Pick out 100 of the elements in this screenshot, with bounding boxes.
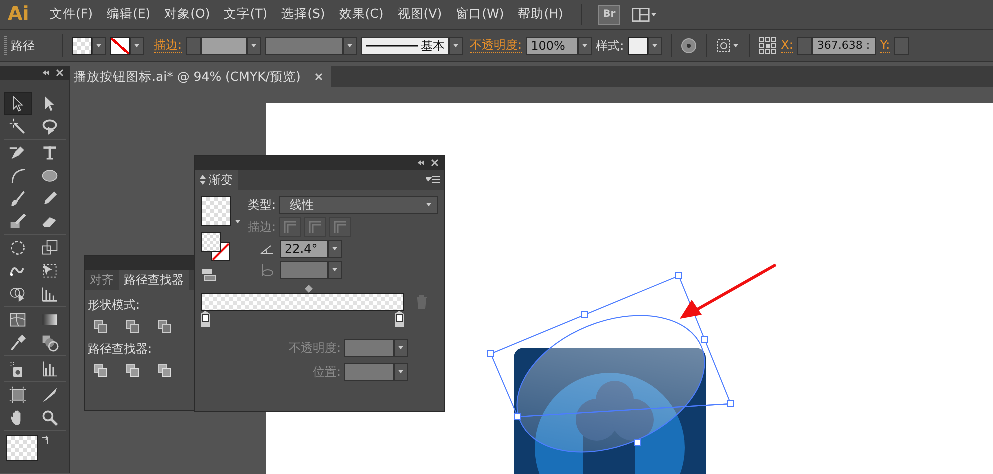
dropdown-button[interactable] (343, 36, 358, 54)
dropdown-button[interactable] (394, 339, 408, 357)
grip-icon (4, 36, 7, 56)
brush-icon (8, 190, 26, 208)
gradient-stop[interactable] (201, 311, 210, 327)
angle-field[interactable]: 22.4° (280, 240, 328, 258)
menu-item[interactable]: 帮助(H) (512, 3, 570, 26)
close-icon[interactable] (431, 159, 439, 167)
stroke-label: 描边: (248, 219, 276, 236)
opacity-field[interactable]: 100% (526, 36, 578, 54)
pen-icon (8, 144, 26, 162)
panel-title-bar[interactable] (0, 66, 69, 80)
angle-icon (260, 243, 274, 255)
caret-icon (732, 42, 740, 50)
opacity-label: 不透明度: (288, 340, 341, 357)
x-field[interactable]: 367.638 : (812, 36, 876, 54)
dropdown-button[interactable] (328, 261, 342, 279)
menu-item[interactable]: 视图(V) (392, 3, 448, 26)
y-label[interactable]: Y: (880, 38, 890, 53)
caret-icon (452, 42, 460, 50)
opacity-label[interactable]: 不透明度: (470, 38, 522, 53)
selection-type-label: 路径 (11, 38, 35, 54)
caret-icon[interactable] (650, 10, 658, 18)
fill-swatch[interactable] (6, 435, 38, 461)
collapse-icon[interactable] (417, 159, 425, 167)
dropdown-button[interactable] (328, 240, 342, 258)
tool-button[interactable] (4, 92, 32, 115)
caret-icon[interactable] (234, 218, 242, 226)
align-icon[interactable] (716, 38, 732, 54)
opacity-field[interactable] (344, 339, 394, 357)
caret-icon (133, 42, 141, 50)
dropdown-button[interactable] (247, 36, 262, 54)
reverse-gradient-icon[interactable] (201, 268, 217, 282)
stroke-label[interactable]: 描边: (154, 38, 182, 53)
stroke-swatch[interactable] (110, 36, 130, 54)
panel-tab[interactable]: 渐变 (195, 170, 238, 190)
dropdown-button[interactable] (92, 36, 106, 54)
lasso-icon (40, 118, 58, 136)
minus-front-icon[interactable] (126, 320, 140, 334)
bridge-button[interactable]: Br (598, 4, 620, 24)
menu-item[interactable]: 编辑(E) (100, 3, 157, 26)
knife-icon (40, 386, 58, 404)
close-icon[interactable] (314, 73, 323, 82)
gradient-stop[interactable] (395, 311, 404, 327)
gradient-ellipse[interactable] (516, 315, 706, 452)
menu-item[interactable]: 选择(S) (276, 3, 332, 26)
x-label[interactable]: X: (781, 38, 794, 53)
intersect-icon[interactable] (158, 320, 172, 334)
stroke-style-dropdown[interactable]: 基本 (361, 36, 450, 54)
stroke-along-icon (308, 220, 322, 234)
panel-tab[interactable]: 路径查找器 (119, 270, 189, 290)
eyedropper-icon (8, 334, 26, 352)
app-logo: Ai (8, 2, 30, 28)
caret-icon (346, 42, 354, 50)
merge-icon[interactable] (158, 364, 172, 378)
gradient-swatch[interactable] (201, 196, 231, 226)
blend-icon (40, 334, 58, 352)
section-label: 形状模式: (88, 297, 142, 314)
layout-icon[interactable] (632, 6, 650, 22)
unite-icon[interactable] (94, 320, 108, 334)
trim-icon[interactable] (126, 364, 140, 378)
caret-icon (95, 42, 103, 50)
gradient-ramp[interactable] (201, 293, 404, 311)
menu-item[interactable]: 窗口(W) (450, 3, 510, 26)
reference-point-icon[interactable] (759, 36, 778, 54)
scale-icon (40, 238, 58, 256)
graphic-style-swatch[interactable] (628, 36, 648, 54)
panel-menu-icon[interactable] (426, 176, 440, 184)
bounding-box-drawing[interactable] (488, 272, 734, 446)
bar-chart-icon (40, 360, 58, 378)
dropdown-button[interactable] (449, 36, 464, 54)
location-label: 位置: (312, 364, 341, 381)
divide-icon[interactable] (94, 364, 108, 378)
color-wheel-icon[interactable] (681, 38, 698, 54)
caret-icon (331, 245, 339, 253)
collapse-icon[interactable] (42, 69, 50, 77)
menu-item[interactable]: 对象(O) (158, 3, 216, 26)
close-icon[interactable] (56, 69, 64, 77)
perspective-grid-icon (40, 284, 58, 302)
stroke-weight-field[interactable] (201, 36, 248, 54)
caret-icon (397, 344, 405, 352)
caret-icon (397, 368, 405, 376)
dropdown-button[interactable] (578, 36, 592, 54)
fill-stroke-drawing[interactable] (201, 232, 231, 262)
swap-arrow-icon[interactable] (41, 435, 51, 445)
artboard-icon (8, 386, 26, 404)
fill-swatch[interactable] (72, 36, 92, 54)
blob-brush-icon (8, 212, 26, 230)
free-transform-icon (40, 262, 58, 280)
type-tool-icon (40, 144, 58, 162)
location-field[interactable] (344, 363, 394, 381)
magic-wand-icon (8, 118, 26, 136)
dropdown-button[interactable] (130, 36, 144, 54)
menu-item[interactable]: 文字(T) (218, 3, 274, 26)
menu-item[interactable]: 文件(F) (44, 3, 99, 26)
variable-width-field[interactable] (265, 36, 344, 54)
dropdown-button[interactable] (648, 36, 662, 54)
dropdown-button[interactable] (394, 363, 408, 381)
gradient-type-select[interactable]: 线性 (279, 196, 438, 214)
menu-item[interactable]: 效果(C) (333, 3, 390, 26)
